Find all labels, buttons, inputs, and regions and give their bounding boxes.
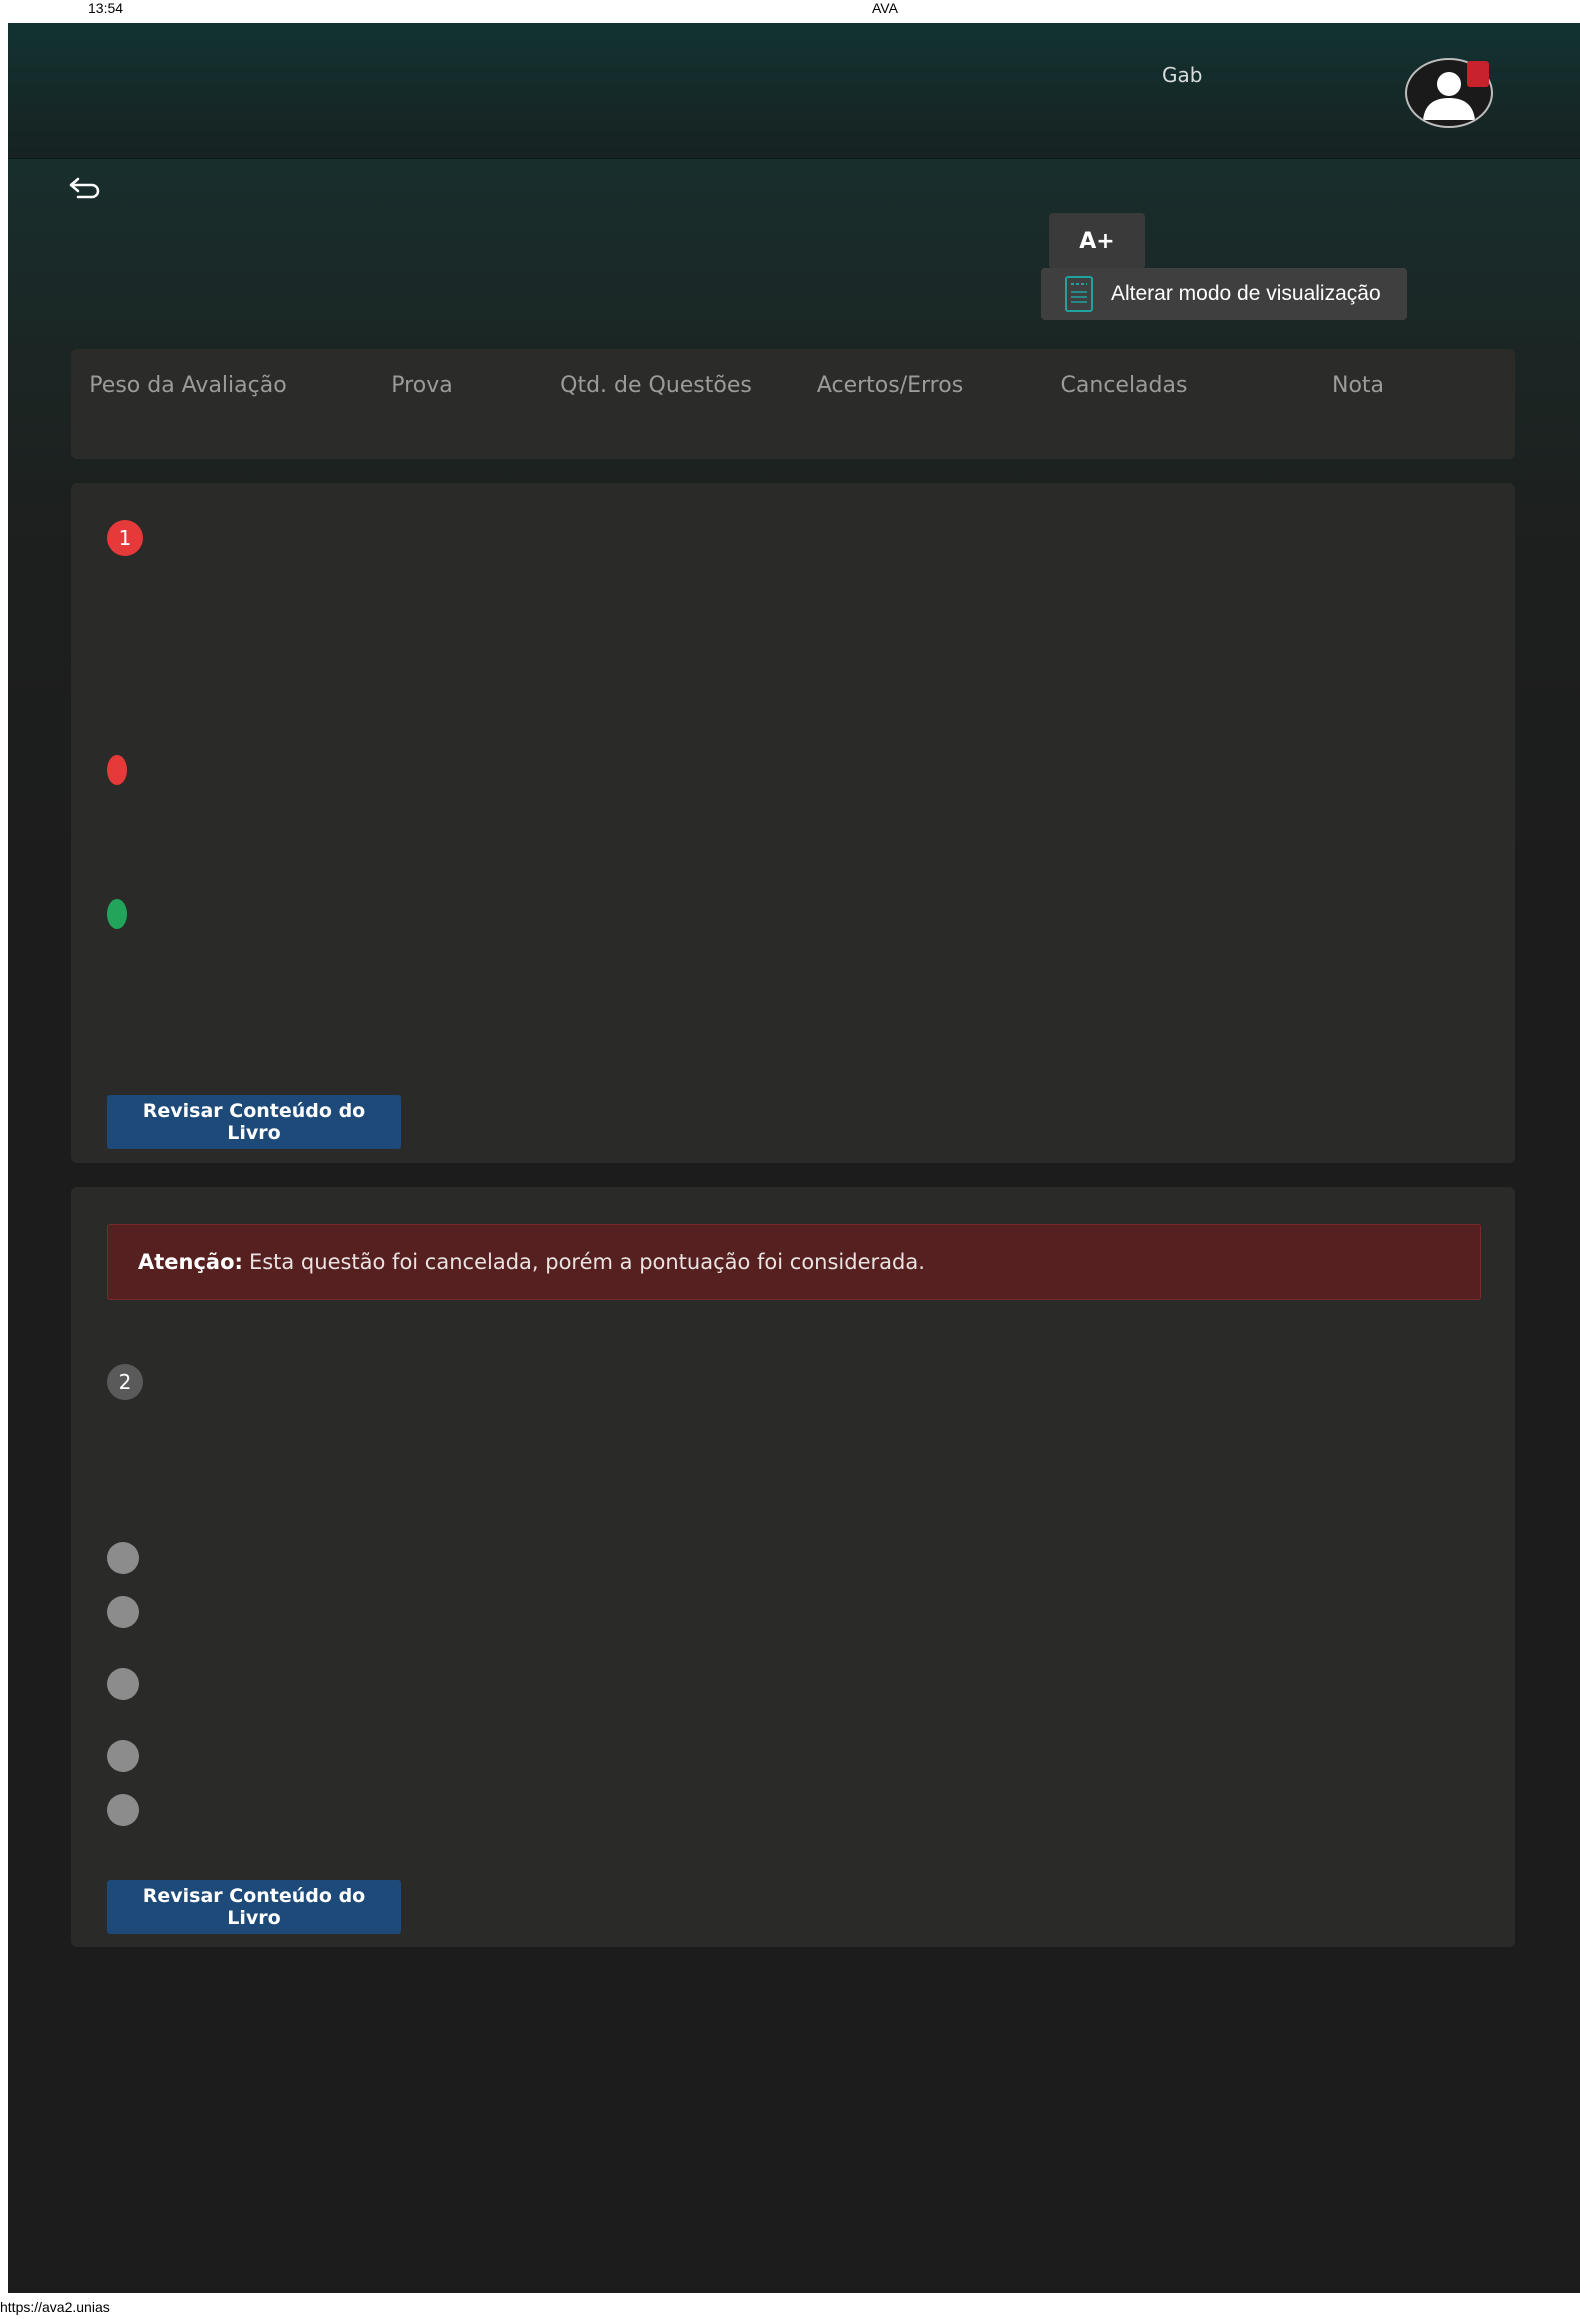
incorrect-answer-marker: [107, 755, 127, 785]
print-title: AVA: [872, 0, 898, 16]
summary-col-cancelled: Canceladas: [1060, 373, 1188, 398]
summary-col-weight-label: Peso da Avaliação: [89, 373, 287, 398]
option-radio-a[interactable]: [107, 1542, 139, 1574]
summary-col-hits-errors: Acertos/Erros: [816, 373, 964, 398]
user-name: Gab: [1162, 63, 1203, 87]
review-book-content-button[interactable]: Revisar Conteúdo do Livro: [107, 1095, 401, 1149]
option-radio-b[interactable]: [107, 1596, 139, 1628]
print-header: 13:54 AVA: [0, 0, 1580, 22]
assessment-summary: Peso da Avaliação Prova Qtd. de Questões…: [71, 349, 1515, 459]
summary-col-grade: Nota: [1331, 373, 1385, 398]
option-radio-e[interactable]: [107, 1794, 139, 1826]
review-book-content-button[interactable]: Revisar Conteúdo do Livro: [107, 1880, 401, 1934]
alert-label: Atenção:: [138, 1250, 243, 1274]
view-mode-label: Alterar modo de visualização: [1111, 282, 1381, 305]
document-icon: [1065, 276, 1093, 312]
summary-col-exam: Prova: [391, 373, 453, 398]
summary-col-question-count: Qtd. de Questões: [560, 373, 752, 398]
top-navigation-bar: Gab: [8, 23, 1580, 159]
view-mode-button[interactable]: Alterar modo de visualização: [1041, 268, 1407, 320]
back-arrow-icon[interactable]: [68, 173, 102, 203]
option-radio-c[interactable]: [107, 1668, 139, 1700]
question-number-badge: 2: [107, 1364, 143, 1400]
option-radio-d[interactable]: [107, 1740, 139, 1772]
question-card-2: Atenção: Esta questão foi cancelada, por…: [71, 1187, 1515, 1947]
font-increase-button[interactable]: A+: [1049, 213, 1145, 269]
question-card-1: 1 Revisar Conteúdo do Livro: [71, 483, 1515, 1163]
page: Gab A+ Alterar modo de visualização Peso…: [8, 23, 1580, 2293]
print-time: 13:54: [88, 0, 124, 16]
cancelled-question-alert: Atenção: Esta questão foi cancelada, por…: [107, 1224, 1481, 1300]
question-number-badge: 1: [107, 520, 143, 556]
print-footer-url: https://ava2.unias: [0, 2299, 110, 2315]
correct-answer-marker: [107, 899, 127, 929]
notification-badge[interactable]: [1467, 61, 1489, 87]
alert-message: Esta questão foi cancelada, porém a pont…: [248, 1250, 925, 1274]
